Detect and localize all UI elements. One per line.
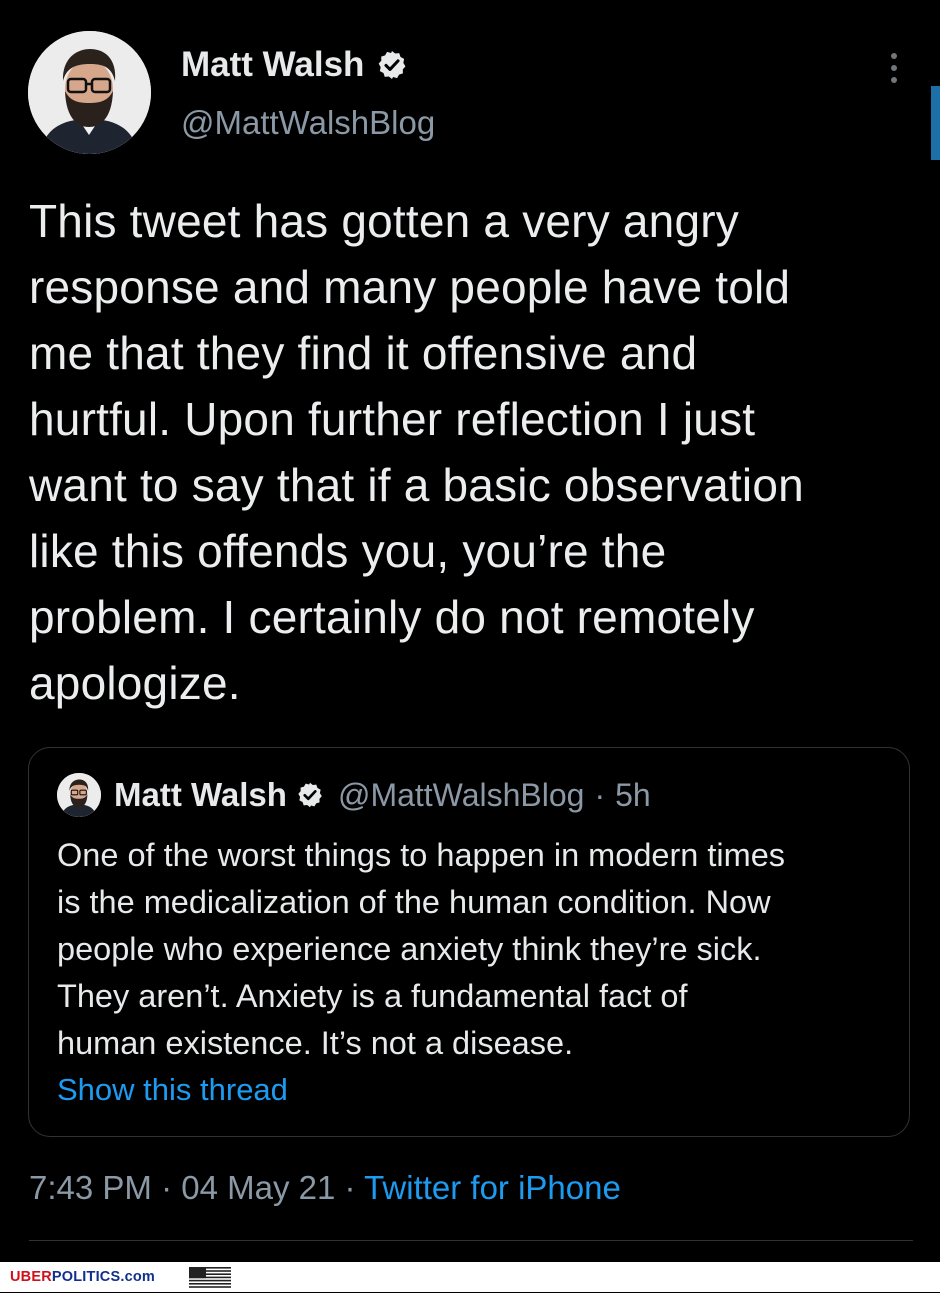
more-vertical-icon	[891, 53, 897, 59]
quoted-tweet-text: One of the worst things to happen in mod…	[57, 837, 786, 1061]
quoted-author-handle[interactable]: @MattWalshBlog	[338, 777, 584, 814]
tweet-date[interactable]: 04 May 21	[181, 1169, 335, 1206]
quoted-timestamp[interactable]: 5h	[615, 777, 651, 814]
scroll-indicator[interactable]	[931, 86, 940, 160]
show-thread-link[interactable]: Show this thread	[57, 1070, 288, 1110]
us-flag-icon	[189, 1267, 231, 1288]
tweet-source-link[interactable]: Twitter for iPhone	[364, 1169, 621, 1206]
tweet-detail: Matt Walsh @MattWalshBlog This tweet has…	[0, 0, 940, 1262]
meta-separator: ·	[335, 1169, 365, 1206]
tweet-text: This tweet has gotten a very angry respo…	[29, 195, 804, 709]
quoted-author-avatar[interactable]	[57, 773, 101, 817]
quoted-separator: ·	[594, 776, 606, 813]
watermark-brand: UBERPOLITICS.com	[10, 1269, 155, 1286]
author-name[interactable]: Matt Walsh	[181, 45, 364, 85]
more-vertical-icon-dot	[891, 65, 897, 71]
quoted-author-name[interactable]: Matt Walsh	[114, 776, 287, 814]
watermark-part-2: POLITICS.com	[51, 1269, 155, 1285]
watermark-part-1: UBER	[10, 1269, 52, 1285]
verified-badge-icon	[376, 49, 408, 81]
tweet-metadata: 7:43 PM · 04 May 21 · Twitter for iPhone	[29, 1168, 621, 1208]
author-name-row[interactable]: Matt Walsh	[181, 45, 408, 85]
quoted-avatar-icon	[57, 773, 101, 817]
verified-badge-icon	[296, 781, 324, 809]
tweet-time[interactable]: 7:43 PM	[29, 1169, 152, 1206]
quoted-tweet-header: Matt Walsh @MattWalshBlog · 5h	[57, 773, 651, 817]
author-handle[interactable]: @MattWalshBlog	[181, 103, 435, 143]
meta-separator: ·	[151, 1169, 182, 1206]
watermark-bar: UBERPOLITICS.com	[0, 1262, 940, 1292]
quoted-tweet-card[interactable]: Matt Walsh @MattWalshBlog · 5h One of th…	[28, 747, 910, 1137]
author-avatar[interactable]	[28, 31, 151, 154]
author-avatar-icon	[28, 31, 151, 154]
divider	[29, 1240, 913, 1241]
more-vertical-icon-dot	[891, 77, 897, 83]
more-options-button[interactable]	[880, 48, 908, 88]
